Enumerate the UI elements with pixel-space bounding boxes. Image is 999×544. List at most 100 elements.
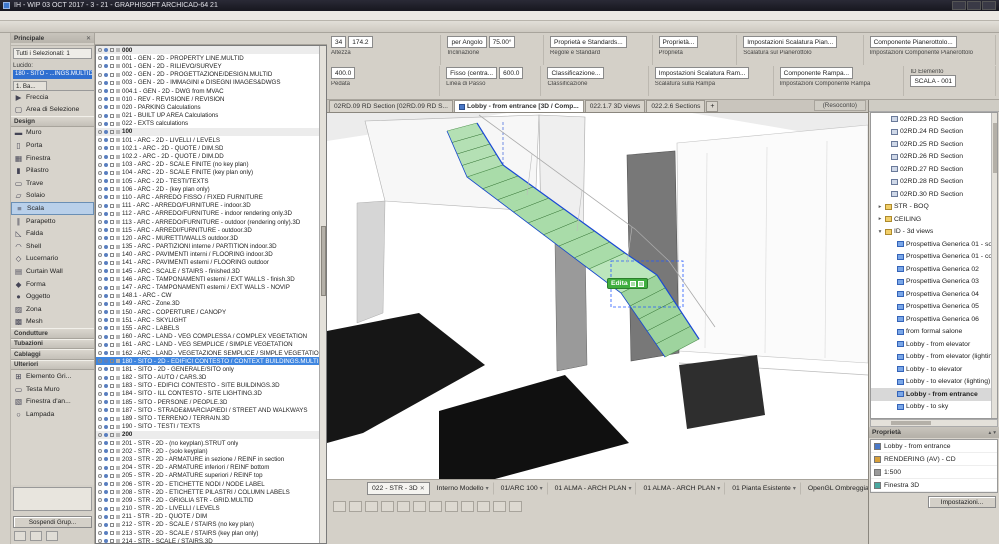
layer-3d-icon[interactable] [110,269,114,274]
layer-intersection-icon[interactable] [116,408,120,413]
tool-solaio[interactable]: ▱ Solaio [11,190,94,203]
find-select-icon[interactable] [130,21,144,32]
layer-lock-icon[interactable] [98,301,102,306]
layer-intersection-icon[interactable] [116,244,120,249]
layer-lock-icon[interactable] [98,416,102,421]
layer-3d-icon[interactable] [110,482,114,487]
layer-intersection-icon[interactable] [116,121,120,126]
layer-visibility-icon[interactable] [104,64,108,69]
layer-visibility-icon[interactable] [104,211,108,216]
layer-3d-icon[interactable] [110,359,114,364]
navigator-item[interactable]: 02RD.30 RD Section [871,188,997,201]
tool-zona[interactable]: ▨ Zona [11,303,94,316]
cut-icon[interactable] [88,21,102,32]
layer-intersection-icon[interactable] [116,211,120,216]
tool-mesh[interactable]: ▩ Mesh [11,316,94,329]
settings-field[interactable]: SCALA - 001 [910,75,957,87]
layer-3d-icon[interactable] [110,195,114,200]
layer-lock-icon[interactable] [98,441,102,446]
window-type-row[interactable]: Finestra 3D [871,479,997,492]
navigator-item[interactable]: Prospettiva Generica 05 [871,301,997,314]
layer-lock-icon[interactable] [98,187,102,192]
layer-intersection-icon[interactable] [116,138,120,143]
layer-3d-icon[interactable] [110,113,114,118]
layer-row[interactable]: 001 - GEN - 2D - RILIEVO/SURVEY [96,62,326,70]
layer-row[interactable]: 105 - ARC - 2D - TESTI/TEXTS [96,177,326,185]
layer-visibility-icon[interactable] [104,269,108,274]
layer-visibility-icon[interactable] [104,490,108,495]
layer-row[interactable]: 200 [96,430,326,439]
layer-lock-icon[interactable] [98,179,102,184]
fit-view-icon[interactable] [270,21,284,32]
layer-3d-icon[interactable] [110,334,114,339]
layer-intersection-icon[interactable] [116,367,120,372]
settings-field[interactable]: Componente Rampa... [779,67,854,79]
layer-lock-icon[interactable] [98,465,102,470]
layer-lock-icon[interactable] [98,351,102,356]
layer-visibility-icon[interactable] [104,367,108,372]
layer-lock-icon[interactable] [98,252,102,257]
layer-lock-icon[interactable] [98,432,102,437]
layer-row[interactable]: 103 - ARC - 2D - SCALE FINITE (no key pl… [96,161,326,169]
layer-intersection-icon[interactable] [116,260,120,265]
layer-intersection-icon[interactable] [116,498,120,503]
view-option-icon[interactable] [429,501,442,512]
layer-lock-icon[interactable] [98,244,102,249]
layer-row[interactable]: 110 - ARC - ARREDO FISSO / FIXED FURNITU… [96,193,326,201]
tool-lucernario[interactable]: ◇ Lucernario [11,253,94,266]
layer-intersection-icon[interactable] [116,252,120,257]
view-option-icon[interactable] [333,501,346,512]
layer-3d-icon[interactable] [110,187,114,192]
layer-row[interactable]: 145 - ARC - SCALE / STAIRS - finished.3D [96,267,326,275]
tool-area-di-selezione[interactable]: ▢ Area di Selezione [11,104,94,117]
close-button[interactable] [982,1,996,10]
layer-3d-icon[interactable] [110,441,114,446]
layer-intersection-icon[interactable] [116,203,120,208]
layer-3d-icon[interactable] [110,375,114,380]
layer-visibility-icon[interactable] [104,187,108,192]
layer-intersection-icon[interactable] [116,375,120,380]
disclosure-icon[interactable] [877,204,883,210]
suspend-groups-button[interactable]: Sospendi Grup... [13,516,92,528]
layer-intersection-icon[interactable] [116,506,120,511]
layer-visibility-icon[interactable] [104,498,108,503]
navigator-item[interactable]: Prospettiva Generica 01 - sole [871,238,997,251]
layer-lock-icon[interactable] [98,391,102,396]
settings-field-2[interactable]: 600.0 [499,67,524,79]
settings-field-2[interactable]: 75.00° [488,36,516,48]
layer-visibility-icon[interactable] [104,293,108,298]
layer-visibility-icon[interactable] [104,203,108,208]
layer-row[interactable]: 201 - STR - 2D - (no keyplan).STRUT only [96,439,326,447]
layer-row[interactable]: 210 - STR - 2D - LIVELLI / LEVELS [96,505,326,513]
layer-lock-icon[interactable] [98,522,102,527]
view-option-icon[interactable] [461,501,474,512]
layer-lock-icon[interactable] [98,48,102,53]
layer-3d-icon[interactable] [110,301,114,306]
layer-lock-icon[interactable] [98,277,102,282]
layer-row[interactable]: 202 - STR - 2D - (solo keyplan) [96,447,326,455]
layer-3d-icon[interactable] [110,162,114,167]
layer-3d-icon[interactable] [110,293,114,298]
layer-3d-icon[interactable] [110,391,114,396]
layer-lock-icon[interactable] [98,121,102,126]
navigator-hscrollbar[interactable] [870,419,998,427]
layer-visibility-icon[interactable] [104,514,108,519]
layer-intersection-icon[interactable] [116,64,120,69]
layer-intersection-icon[interactable] [116,285,120,290]
layer-lock-icon[interactable] [98,89,102,94]
layer-lock-icon[interactable] [98,490,102,495]
layer-row[interactable]: 182 - SITO - AUTO / CARS.3D [96,374,326,382]
layer-3d-icon[interactable] [110,121,114,126]
properties-header[interactable]: Proprietà ▴ ▾ [869,427,999,438]
layer-row[interactable]: 206 - STR - 2D - ETICHETTE NODI / NODE L… [96,480,326,488]
settings-button[interactable]: Impostazioni... [928,496,996,508]
layer-row[interactable]: 149 - ARC - Zone.3D [96,300,326,308]
layer-3d-icon[interactable] [110,539,114,543]
navigator-item[interactable]: Lobby - to sky [871,401,997,414]
layer-visibility-icon[interactable] [104,138,108,143]
layer-visibility-icon[interactable] [104,441,108,446]
layer-3d-icon[interactable] [110,514,114,519]
layer-visibility-icon[interactable] [104,310,108,315]
layer-intersection-icon[interactable] [116,400,120,405]
layer-visibility-icon[interactable] [104,56,108,61]
